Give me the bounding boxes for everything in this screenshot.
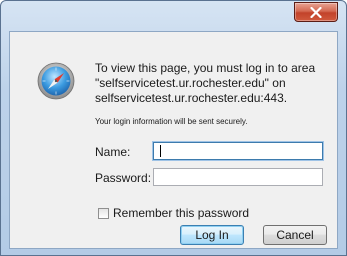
password-label: Password:: [95, 171, 152, 185]
text-caret: [160, 145, 161, 157]
remember-password-label[interactable]: Remember this password: [113, 206, 249, 220]
dialog-body: To view this page, you must log in to ar…: [9, 31, 338, 249]
name-label: Name:: [95, 145, 131, 159]
message-line: "selfservicetest.ur.rochester.edu" on: [95, 76, 286, 90]
close-icon: [310, 6, 322, 18]
login-dialog-window: To view this page, you must log in to ar…: [0, 0, 347, 256]
log-in-button[interactable]: Log In: [180, 225, 244, 245]
login-message: To view this page, you must log in to ar…: [95, 61, 335, 106]
password-field[interactable]: [153, 168, 323, 186]
secure-note: Your login information will be sent secu…: [95, 117, 248, 126]
cancel-button[interactable]: Cancel: [263, 225, 327, 245]
message-line: selfservicetest.ur.rochester.edu:443.: [95, 91, 288, 105]
safari-compass-icon: [37, 62, 75, 100]
title-bar[interactable]: [1, 1, 346, 31]
remember-password-checkbox[interactable]: [98, 208, 109, 219]
name-field[interactable]: [153, 142, 323, 160]
message-line: To view this page, you must log in to ar…: [95, 61, 316, 75]
close-button[interactable]: [294, 2, 338, 22]
